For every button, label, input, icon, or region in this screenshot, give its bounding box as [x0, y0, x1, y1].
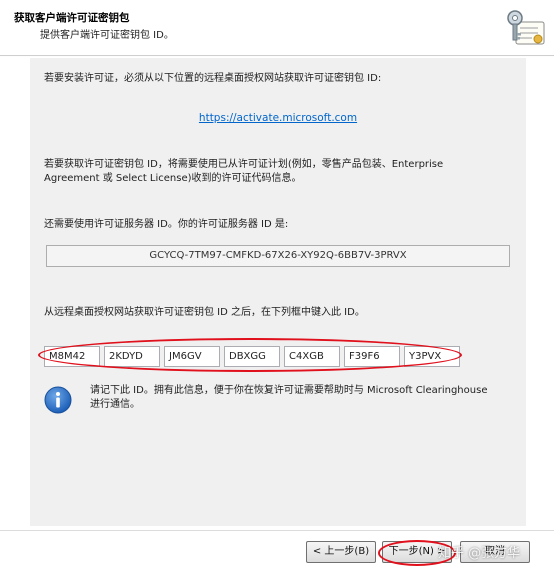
license-info-line1: 若要获取许可证密钥包 ID，将需要使用已从许可证计划(例如，零售产品包装、Ent…: [44, 159, 444, 170]
content-panel: 若要安装许可证，必须从以下位置的远程桌面授权网站获取许可证密钥包 ID: htt…: [30, 58, 526, 526]
server-id-field: GCYCQ-7TM97-CMFKD-67X26-XY92Q-6BB7V-3PRV…: [46, 245, 510, 267]
keypack-field-6[interactable]: F39F6: [344, 346, 400, 367]
keypack-field-7[interactable]: Y3PVX: [404, 346, 460, 367]
wizard-subtitle: 提供客户端许可证密钥包 ID。: [40, 30, 174, 41]
keypack-field-4[interactable]: DBXGG: [224, 346, 280, 367]
info-icon: [44, 386, 72, 414]
note-text: 请记下此 ID。拥有此信息，便于你在恢复许可证需要帮助时与 Microsoft …: [90, 384, 520, 412]
back-button[interactable]: < 上一步(B): [306, 541, 376, 563]
intro-text: 若要安装许可证，必须从以下位置的远程桌面授权网站获取许可证密钥包 ID:: [44, 73, 382, 84]
cancel-button[interactable]: 取消: [460, 541, 530, 563]
keypack-field-2[interactable]: 2KDYD: [104, 346, 160, 367]
footer-divider: [0, 530, 554, 531]
wizard-header: 获取客户端许可证密钥包 提供客户端许可证密钥包 ID。: [0, 0, 554, 55]
keypack-field-1[interactable]: M8M42: [44, 346, 100, 367]
note-line1: 请记下此 ID。拥有此信息，便于你在恢复许可证需要帮助时与 Microsoft …: [90, 385, 488, 396]
server-id-label: 还需要使用许可证服务器 ID。你的许可证服务器 ID 是:: [44, 219, 289, 230]
header-divider: [0, 55, 554, 57]
keypack-field-3[interactable]: JM6GV: [164, 346, 220, 367]
keypack-field-5[interactable]: C4XGB: [284, 346, 340, 367]
activation-link[interactable]: https://activate.microsoft.com: [30, 112, 526, 124]
wizard-title: 获取客户端许可证密钥包: [14, 12, 130, 24]
license-info-line2: Agreement 或 Select License)收到的许可证代码信息。: [44, 173, 302, 184]
keypack-label: 从远程桌面授权网站获取许可证密钥包 ID 之后，在下列框中键入此 ID。: [44, 307, 365, 318]
certificate-key-icon: [507, 10, 545, 45]
next-button[interactable]: 下一步(N) >: [382, 541, 452, 563]
note-line2: 进行通信。: [90, 399, 140, 410]
